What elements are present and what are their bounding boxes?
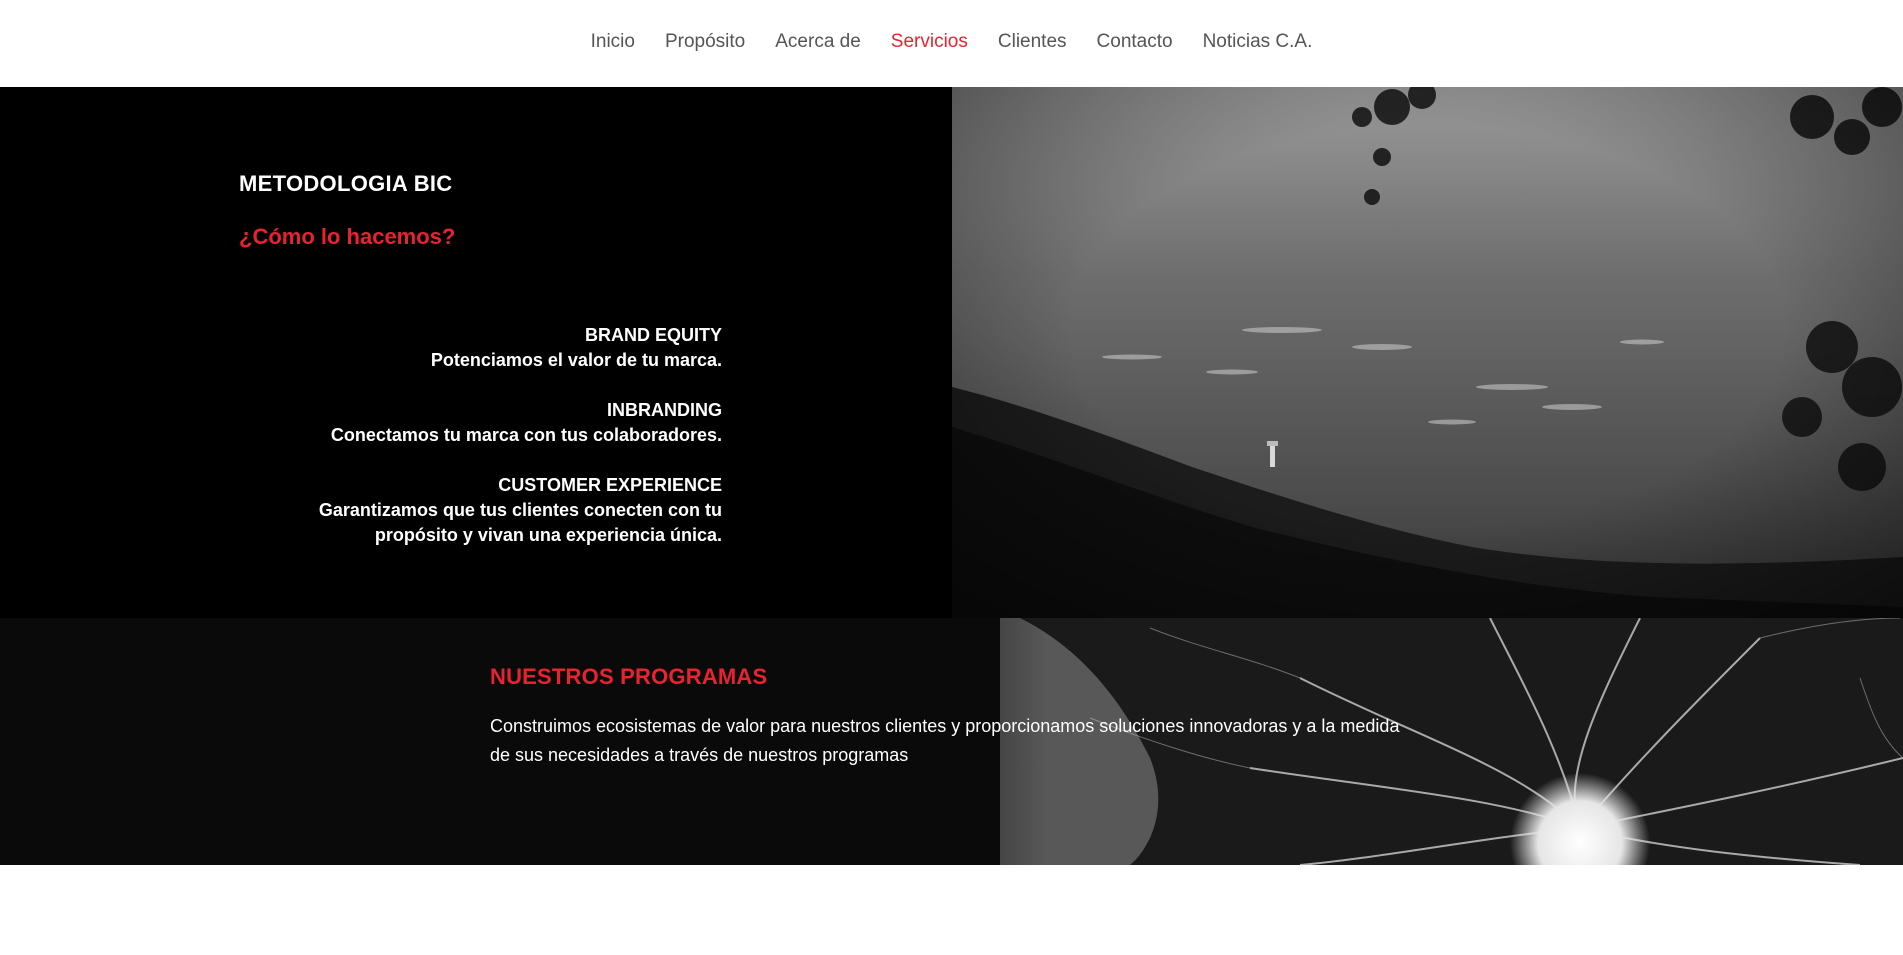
- service-description: Garantizamos que tus clientes conecten c…: [318, 500, 722, 545]
- service-heading: INBRANDING: [607, 400, 722, 420]
- nav-item-servicios[interactable]: Servicios: [876, 30, 983, 54]
- metodologia-text-panel: METODOLOGIA BIC ¿Cómo lo hacemos? BRAND …: [0, 87, 952, 618]
- programas-section: NUESTROS PROGRAMAS Construimos ecosistem…: [0, 618, 1903, 865]
- main-nav: Inicio Propósito Acerca de Servicios Cli…: [0, 30, 1903, 54]
- service-heading: BRAND EQUITY: [584, 325, 722, 345]
- service-inbranding: INBRANDING Conectamos tu marca con tus c…: [162, 398, 722, 448]
- service-description: Conectamos tu marca con tus colaboradore…: [330, 425, 722, 445]
- service-brand-equity: BRAND EQUITY Potenciamos el valor de tu …: [162, 323, 722, 373]
- coastline-photo: [952, 87, 1903, 618]
- programas-title: NUESTROS PROGRAMAS: [490, 664, 768, 689]
- nav-item-proposito[interactable]: Propósito: [650, 30, 760, 54]
- metodologia-subtitle: ¿Cómo lo hacemos?: [239, 224, 456, 249]
- nav-item-inicio[interactable]: Inicio: [576, 30, 650, 54]
- nav-item-contacto[interactable]: Contacto: [1082, 30, 1188, 54]
- programas-description: Construimos ecosistemas de valor para nu…: [490, 716, 1400, 765]
- metodologia-title: METODOLOGIA BIC: [239, 171, 453, 196]
- service-customer-experience: CUSTOMER EXPERIENCE Garantizamos que tus…: [282, 473, 722, 548]
- service-heading: CUSTOMER EXPERIENCE: [498, 475, 722, 495]
- site-header: Inicio Propósito Acerca de Servicios Cli…: [0, 0, 1903, 87]
- nav-item-clientes[interactable]: Clientes: [983, 30, 1082, 54]
- service-description: Potenciamos el valor de tu marca.: [430, 350, 722, 370]
- nav-item-noticias[interactable]: Noticias C.A.: [1188, 30, 1328, 54]
- metodologia-section: METODOLOGIA BIC ¿Cómo lo hacemos? BRAND …: [0, 87, 1903, 618]
- nav-item-acerca-de[interactable]: Acerca de: [760, 30, 876, 54]
